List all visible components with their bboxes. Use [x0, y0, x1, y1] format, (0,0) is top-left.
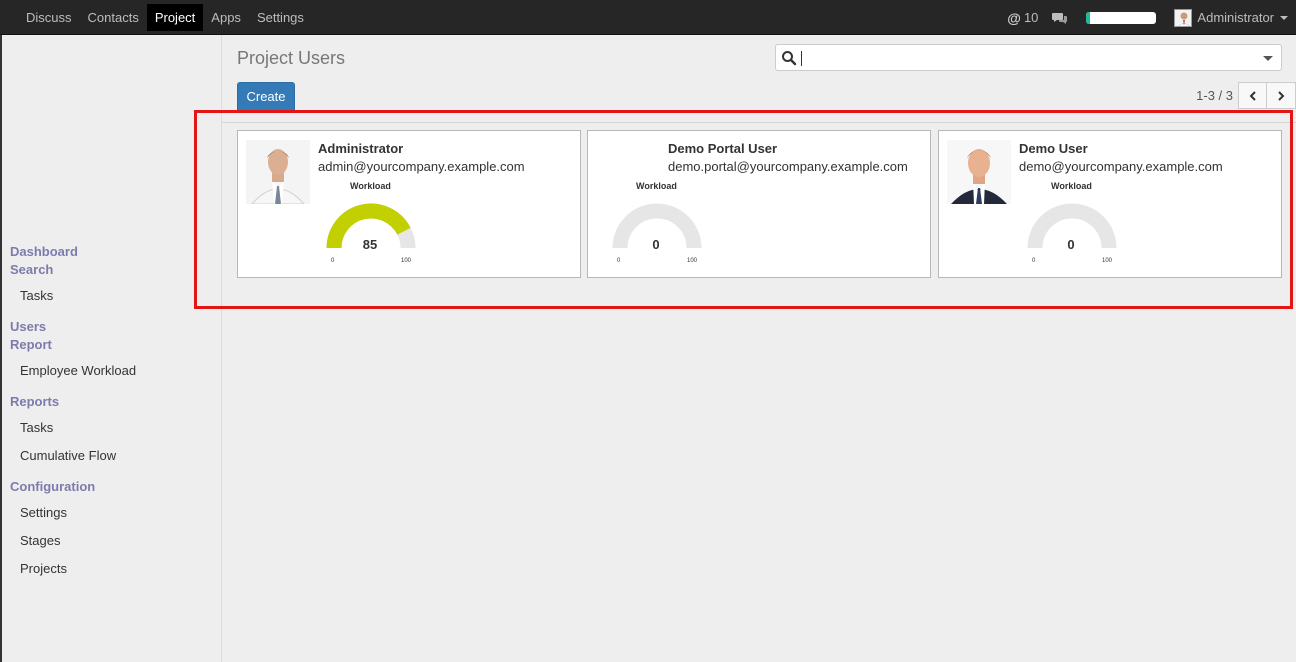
menu-item-project[interactable]: Project [146, 4, 204, 31]
pager-value[interactable]: 1-3 / 3 [1196, 88, 1233, 103]
sidebar-item-projects[interactable]: Projects [20, 561, 67, 576]
progress-fill [1086, 11, 1090, 24]
page-title: Project Users [237, 48, 346, 68]
gauge-min: 0 [1032, 258, 1036, 264]
sidebar-item-reports-tasks[interactable]: Tasks [20, 420, 53, 435]
pager: 1-3 / 3 [1196, 82, 1296, 109]
sidebar-item-cumulative-flow[interactable]: Cumulative Flow [20, 448, 116, 463]
workload-gauge: 0 0 100 [1026, 203, 1122, 265]
create-button[interactable]: Create [237, 82, 295, 111]
user-name[interactable]: Administrator [318, 141, 403, 156]
at-icon: @ [1007, 9, 1021, 26]
systray: @ 10 Administrator [1007, 0, 1288, 35]
menu-item-contacts[interactable]: Contacts [80, 4, 147, 31]
workload-label: Workload [636, 181, 677, 191]
gauge-max: 100 [1102, 258, 1113, 264]
workload-gauge: 85 0 100 [325, 203, 421, 265]
gauge-min: 0 [331, 258, 335, 264]
text-cursor [801, 51, 802, 66]
user-menu-name[interactable]: Administrator [1197, 10, 1274, 25]
workload-value: 0 [1067, 237, 1075, 252]
chat-icon[interactable] [1052, 12, 1068, 24]
control-panel-divider [222, 122, 1296, 123]
workload-label: Workload [350, 181, 391, 191]
sidebar-group-users[interactable]: Users [10, 319, 46, 334]
main-content: Project Users Create 1-3 / 3 Administrat… [222, 35, 1296, 662]
user-photo [947, 140, 1011, 204]
sidebar-group-dashboard[interactable]: Dashboard [10, 244, 78, 259]
workload-value: 85 [362, 237, 378, 252]
sidebar: Dashboard Search Tasks Users Report Empl… [0, 35, 222, 662]
search-options-chevron-icon[interactable] [1263, 56, 1273, 61]
pager-next-button[interactable] [1267, 82, 1296, 109]
user-email: admin@yourcompany.example.com [318, 159, 525, 174]
user-kanban-card[interactable]: Demo User demo@yourcompany.example.com W… [938, 130, 1282, 278]
user-email: demo.portal@yourcompany.example.com [668, 159, 908, 174]
user-email: demo@yourcompany.example.com [1019, 159, 1223, 174]
workload-label: Workload [1051, 181, 1092, 191]
user-name[interactable]: Demo Portal User [668, 141, 777, 156]
user-photo [246, 140, 310, 204]
user-kanban-card[interactable]: Administrator admin@yourcompany.example.… [237, 130, 581, 278]
sidebar-group-reports[interactable]: Reports [10, 394, 59, 409]
workload-value: 0 [652, 237, 660, 252]
gauge-max: 100 [687, 258, 698, 264]
sidebar-item-employee-workload[interactable]: Employee Workload [20, 363, 136, 378]
menu-item-apps[interactable]: Apps [203, 4, 249, 31]
chevron-left-icon [1249, 90, 1256, 101]
gauge-max: 100 [401, 258, 412, 264]
activity-progress-bar[interactable] [1086, 11, 1157, 24]
user-avatar[interactable] [1174, 8, 1193, 27]
main-menu: Discuss Contacts Project Apps Settings [18, 4, 312, 31]
mentions-button[interactable]: @ 10 [1007, 10, 1038, 26]
gauge-min: 0 [617, 258, 621, 264]
top-navbar: Discuss Contacts Project Apps Settings @… [0, 0, 1296, 35]
sidebar-item-stages[interactable]: Stages [20, 533, 60, 548]
menu-item-settings[interactable]: Settings [249, 4, 312, 31]
sidebar-item-settings[interactable]: Settings [20, 505, 67, 520]
chevron-down-icon[interactable] [1280, 15, 1288, 20]
sidebar-group-search[interactable]: Search [10, 262, 53, 277]
search-icon [781, 50, 797, 69]
chevron-right-icon [1278, 90, 1285, 101]
mentions-count: 10 [1023, 10, 1039, 25]
sidebar-item-tasks[interactable]: Tasks [20, 288, 53, 303]
user-kanban-card[interactable]: Demo Portal User demo.portal@yourcompany… [587, 130, 931, 278]
user-name[interactable]: Demo User [1019, 141, 1088, 156]
workload-gauge: 0 0 100 [611, 203, 707, 265]
pager-previous-button[interactable] [1238, 82, 1267, 109]
sidebar-group-configuration[interactable]: Configuration [10, 479, 95, 494]
search-input[interactable] [775, 44, 1282, 71]
sidebar-group-report[interactable]: Report [10, 337, 52, 352]
menu-item-discuss[interactable]: Discuss [18, 4, 80, 31]
